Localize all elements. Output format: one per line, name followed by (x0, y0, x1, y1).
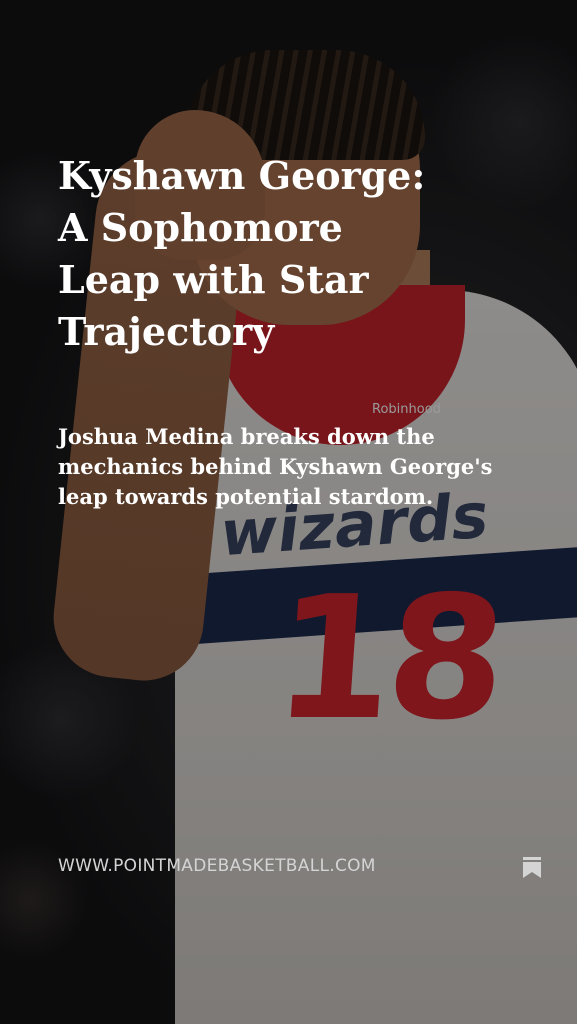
bookmark-icon[interactable] (518, 853, 546, 881)
story-card[interactable]: wizards 18 Robinhood Kyshawn George: A S… (0, 0, 577, 1024)
bookmark-icon (523, 857, 541, 878)
source-domain-link[interactable]: WWW.POINTMADEBASKETBALL.COM (58, 856, 376, 876)
story-dek: Joshua Medina breaks down the mechanics … (58, 424, 493, 509)
story-headline[interactable]: Kyshawn George: A Sophomore Leap with St… (58, 150, 438, 358)
